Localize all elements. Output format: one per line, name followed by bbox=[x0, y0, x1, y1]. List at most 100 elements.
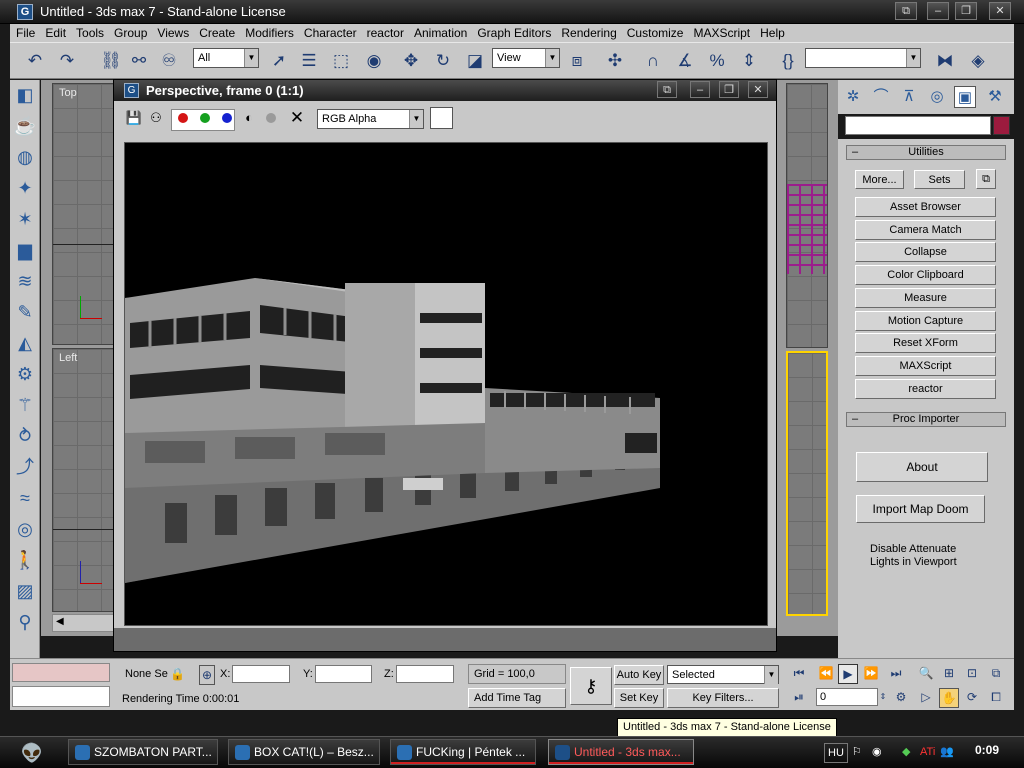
named-selection-sets-dropdown[interactable]: ▼ bbox=[805, 48, 921, 68]
menu-graph-editors[interactable]: Graph Editors bbox=[471, 24, 555, 41]
fan-icon[interactable]: ⥁ bbox=[10, 421, 40, 452]
save-bitmap-icon[interactable]: 💾 bbox=[125, 109, 143, 127]
spinner-snap-icon[interactable]: ⇕ bbox=[736, 48, 762, 74]
task-szombaton[interactable]: SZOMBATON PART... bbox=[68, 739, 218, 765]
menu-character[interactable]: Character bbox=[298, 24, 361, 41]
previous-frame-icon[interactable]: ⏪ bbox=[816, 664, 836, 682]
color-clipboard-button[interactable]: Color Clipboard bbox=[855, 265, 996, 285]
menu-group[interactable]: Group bbox=[108, 24, 151, 41]
arc-rotate-icon[interactable]: ⟳ bbox=[962, 688, 982, 706]
spring-icon[interactable]: ≋ bbox=[10, 266, 40, 297]
monochrome-toggle[interactable] bbox=[266, 113, 276, 123]
next-frame-icon[interactable]: ⏩ bbox=[861, 664, 881, 682]
select-by-name-icon[interactable]: ☰ bbox=[296, 48, 322, 74]
modify-tab-icon[interactable]: ⌒ bbox=[870, 86, 892, 108]
configure-button-sets-icon[interactable]: ⧉ bbox=[976, 169, 996, 189]
select-and-link-icon[interactable]: ⛓ bbox=[98, 48, 124, 74]
zoom-extents-icon[interactable]: ⊡ bbox=[962, 664, 982, 682]
field-of-view-icon[interactable]: ▷ bbox=[916, 688, 936, 706]
viewport-front[interactable] bbox=[786, 83, 828, 348]
nvidia-icon[interactable]: ◆ bbox=[902, 743, 910, 761]
blue-channel-toggle[interactable] bbox=[222, 113, 232, 123]
volume-icon[interactable]: ◉ bbox=[872, 743, 882, 761]
utilities-tab-icon[interactable]: ⚒ bbox=[984, 86, 1006, 108]
menu-tools[interactable]: Tools bbox=[70, 24, 108, 41]
channel-display-dropdown[interactable]: RGB Alpha ▼ bbox=[317, 109, 424, 129]
shape-icon[interactable]: ◭ bbox=[10, 328, 40, 359]
ati-icon[interactable]: ATi bbox=[920, 743, 935, 761]
current-frame-field[interactable]: 0 bbox=[816, 688, 878, 706]
viewport-left-label[interactable]: Left bbox=[59, 352, 77, 364]
gear-icon[interactable]: ⚙ bbox=[10, 359, 40, 390]
task-pentek[interactable]: FUCKing | Péntek ... bbox=[390, 739, 536, 765]
zoom-all-icon[interactable]: ⊞ bbox=[939, 664, 959, 682]
task-3ds-max[interactable]: Untitled - 3ds max... bbox=[548, 739, 694, 765]
reset-xform-button[interactable]: Reset XForm bbox=[855, 333, 996, 353]
hierarchy-tab-icon[interactable]: ⊼ bbox=[898, 86, 920, 108]
angle-snap-icon[interactable]: ∡ bbox=[672, 48, 698, 74]
viewport-top-label[interactable]: Top bbox=[59, 87, 77, 99]
constraint-icon[interactable]: ⚲ bbox=[10, 607, 40, 638]
go-to-end-icon[interactable]: ⏭ bbox=[886, 664, 906, 682]
align-icon[interactable]: ◈ bbox=[965, 48, 991, 74]
go-to-start-icon[interactable]: ⏮ bbox=[789, 664, 809, 682]
clone-window-icon[interactable]: ⚇ bbox=[147, 109, 165, 127]
y-coordinate-field[interactable] bbox=[315, 665, 372, 683]
wave-icon[interactable]: ≈ bbox=[10, 483, 40, 514]
viewport-perspective-active[interactable] bbox=[786, 351, 828, 616]
maxscript-button[interactable]: MAXScript bbox=[855, 356, 996, 376]
reference-coordinate-dropdown[interactable]: View ▼ bbox=[492, 48, 560, 68]
bind-to-space-warp-icon[interactable]: ♾ bbox=[156, 48, 182, 74]
restore-button[interactable]: ❐ bbox=[955, 2, 977, 20]
menu-file[interactable]: File bbox=[10, 24, 39, 41]
clear-icon[interactable]: ✕ bbox=[288, 109, 306, 127]
menu-rendering[interactable]: Rendering bbox=[555, 24, 620, 41]
z-coordinate-field[interactable] bbox=[396, 665, 454, 683]
reactor-button[interactable]: reactor bbox=[855, 379, 996, 399]
x-coordinate-field[interactable] bbox=[232, 665, 290, 683]
create-objects-icon[interactable]: ◧ bbox=[10, 80, 40, 111]
restore-button[interactable]: ❐ bbox=[719, 81, 739, 98]
camera-match-button[interactable]: Camera Match bbox=[855, 220, 996, 240]
selection-filter-dropdown[interactable]: All ▼ bbox=[193, 48, 259, 68]
pen-icon[interactable]: ✎ bbox=[10, 297, 40, 328]
menu-reactor[interactable]: reactor bbox=[361, 24, 408, 41]
helper-icon[interactable]: ✶ bbox=[10, 204, 40, 235]
motion-capture-button[interactable]: Motion Capture bbox=[855, 311, 996, 331]
maxscript-input[interactable] bbox=[12, 686, 110, 707]
zoom-icon[interactable]: 🔍 bbox=[916, 664, 936, 682]
select-and-rotate-icon[interactable]: ↻ bbox=[430, 48, 456, 74]
about-button[interactable]: About bbox=[856, 452, 988, 482]
collapse-button[interactable]: Collapse bbox=[855, 242, 996, 262]
play-icon[interactable]: ▶ bbox=[838, 664, 858, 684]
render-window-title-bar[interactable]: G Perspective, frame 0 (1:1) ⧉ – ❐ ✕ bbox=[114, 80, 776, 101]
window-menu-icon[interactable]: ⧉ bbox=[657, 81, 677, 98]
3ds-max-icon[interactable]: G bbox=[17, 4, 33, 20]
absolute-mode-icon[interactable]: ⊕ bbox=[199, 665, 215, 685]
viewport-left[interactable]: Left bbox=[52, 348, 119, 612]
key-filter-selection-dropdown[interactable]: Selected ▼ bbox=[667, 665, 779, 684]
menu-animation[interactable]: Animation bbox=[408, 24, 471, 41]
language-indicator[interactable]: HU bbox=[824, 743, 848, 763]
edit-named-selection-icon[interactable]: {} bbox=[775, 48, 801, 74]
time-slider-left[interactable]: ◀ bbox=[52, 614, 118, 632]
close-button[interactable]: ✕ bbox=[989, 2, 1011, 20]
percent-snap-icon[interactable]: % bbox=[704, 48, 730, 74]
menu-maxscript[interactable]: MAXScript bbox=[687, 24, 754, 41]
object-color-swatch[interactable] bbox=[993, 116, 1010, 135]
rectangular-selection-icon[interactable]: ⬚ bbox=[328, 48, 354, 74]
menu-create[interactable]: Create bbox=[193, 24, 239, 41]
close-button[interactable]: ✕ bbox=[748, 81, 768, 98]
maximize-viewport-icon[interactable]: ⧠ bbox=[986, 688, 1006, 706]
select-and-scale-icon[interactable]: ◪ bbox=[462, 48, 488, 74]
menu-edit[interactable]: Edit bbox=[39, 24, 70, 41]
biped-icon[interactable]: 🚶 bbox=[10, 545, 40, 576]
users-icon[interactable]: 👥 bbox=[940, 743, 954, 761]
sets-button[interactable]: Sets bbox=[914, 170, 965, 189]
chevron-left-icon[interactable]: ◀ bbox=[56, 616, 64, 627]
auto-key-button[interactable]: Auto Key bbox=[614, 665, 664, 685]
zoom-extents-all-icon[interactable]: ⧉ bbox=[986, 664, 1006, 682]
viewport-top[interactable]: Top bbox=[52, 83, 119, 345]
key-filters-button[interactable]: Key Filters... bbox=[667, 688, 779, 708]
menu-views[interactable]: Views bbox=[151, 24, 193, 41]
